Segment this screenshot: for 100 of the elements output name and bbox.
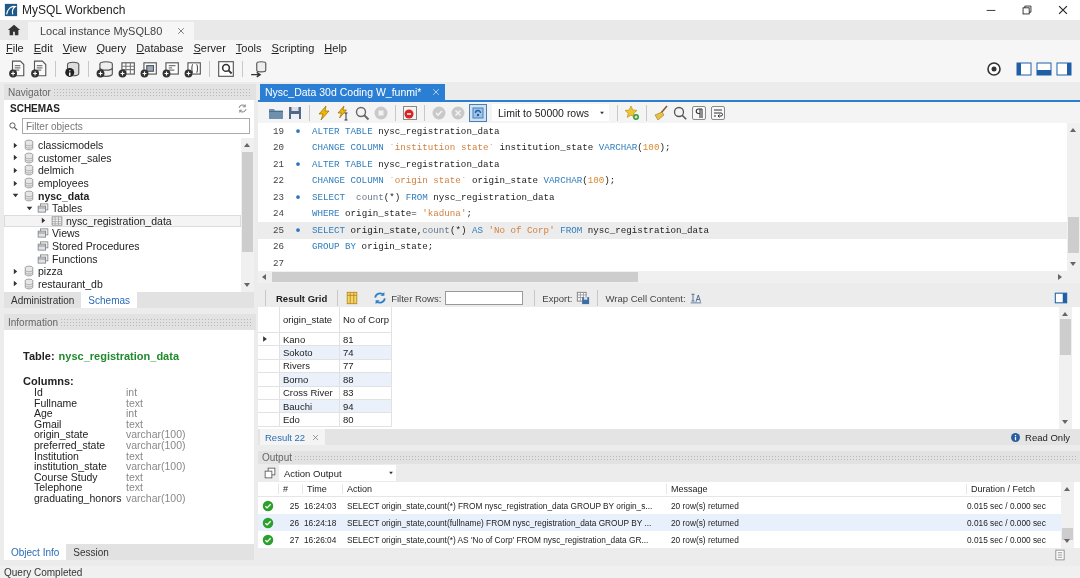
table-cell: 83	[340, 386, 392, 400]
column-header[interactable]: #	[278, 484, 302, 494]
magnifier-icon[interactable]	[354, 104, 370, 121]
table-row[interactable]: 27 16:26:04 SELECT origin_state,count(*) AS 'No of Corp' FROM nysc_registration_data GR... 20 row(s) returned 0.015 sec / 0.000 sec	[258, 531, 1061, 548]
column-name: origin_state	[34, 429, 89, 440]
database-icon[interactable]	[96, 60, 114, 78]
expand-arrow-icon[interactable]	[39, 216, 48, 226]
bottom-panel-icon[interactable]	[1036, 61, 1052, 77]
column-name: Course Study	[34, 471, 98, 483]
filter-label: Filter Rows:	[391, 292, 442, 304]
menu-item[interactable]: File	[2, 42, 30, 54]
connection-tab[interactable]: Local instance MySQL80	[28, 22, 195, 40]
paragraph-icon[interactable]	[691, 104, 708, 121]
menu-item[interactable]: Tools	[231, 42, 268, 54]
folder-group-icon	[37, 202, 49, 215]
filter-field[interactable]: Filter objects	[22, 118, 250, 134]
tree-item[interactable]: Functions	[4, 252, 241, 265]
settings-icon[interactable]	[986, 61, 1002, 77]
limit-dropdown[interactable]: Limit to 50000 rows	[492, 104, 610, 121]
function-icon[interactable]	[184, 60, 202, 78]
panel-tab[interactable]: Object Info	[4, 544, 67, 560]
close-icon[interactable]	[1056, 3, 1070, 17]
tree-item[interactable]: Tables	[4, 201, 241, 215]
wrap-cell-icon[interactable]	[689, 292, 702, 304]
table-icon[interactable]	[118, 60, 136, 78]
column-header[interactable]: Time	[302, 484, 342, 494]
lightning-icon[interactable]	[316, 104, 332, 121]
menu-item[interactable]: Database	[132, 42, 190, 54]
copy-icon[interactable]	[264, 467, 276, 479]
panel-tab[interactable]: Schemas	[81, 292, 138, 308]
refresh-icon[interactable]	[373, 291, 388, 305]
tree-item[interactable]: customer_sales	[4, 151, 241, 165]
schema-icon	[23, 177, 35, 190]
view-icon[interactable]	[140, 60, 158, 78]
restore-icon[interactable]	[1020, 3, 1034, 17]
wrap-icon[interactable]	[710, 104, 727, 121]
code-line: CHANGE COLUMN `institution state` institution_state VARCHAR(100);	[312, 142, 671, 154]
save-icon[interactable]	[287, 104, 303, 121]
expand-arrow-icon[interactable]	[11, 153, 20, 163]
panel-tab[interactable]: Administration	[4, 292, 82, 308]
result-tab[interactable]: Result 22	[260, 429, 326, 445]
sql-file-icon[interactable]	[30, 60, 48, 78]
procedure-icon[interactable]	[162, 60, 180, 78]
export-icon[interactable]	[576, 291, 591, 305]
table-row[interactable]: 26 16:24:18 SELECT origin_state,count(fullname) FROM nysc_registration_data GROUP BY ... 20 row(s) returned 0.016 sec / 0.000 sec	[258, 514, 1061, 531]
filter-rows-field[interactable]	[445, 291, 524, 305]
column-type: text	[126, 418, 144, 430]
editor-tab[interactable]: Nysc_Data 30d Coding W_funmi*	[260, 84, 446, 100]
menu-item[interactable]: Query	[92, 42, 133, 54]
output-type-dropdown[interactable]: Action Output	[279, 465, 396, 481]
inspector-icon[interactable]	[217, 60, 235, 78]
tree-item[interactable]: restaurant_db	[4, 277, 241, 291]
panel-tab[interactable]: Session	[66, 544, 116, 560]
column-type: int	[126, 387, 139, 398]
vertical-scrollbar[interactable]	[241, 138, 254, 292]
tree-item[interactable]: classicmodels	[4, 139, 241, 152]
vertical-scrollbar[interactable]	[1059, 307, 1072, 429]
panel-toggle-icon[interactable]	[1054, 291, 1068, 305]
column-header[interactable]: Action	[342, 484, 666, 494]
right-panel-icon[interactable]	[1056, 61, 1072, 77]
vertical-scrollbar[interactable]	[1067, 123, 1080, 271]
broom-icon[interactable]	[653, 104, 670, 121]
expand-arrow-icon[interactable]	[11, 140, 20, 150]
expand-arrow-icon[interactable]	[11, 266, 20, 276]
check-icon[interactable]	[431, 104, 447, 121]
expand-arrow-icon[interactable]	[11, 279, 20, 289]
column-header[interactable]: No of Corp	[340, 307, 392, 333]
tree-item[interactable]: delmich	[4, 164, 241, 177]
result-grid-tab[interactable]: Result Grid	[273, 292, 331, 304]
sql-file-icon[interactable]	[8, 60, 26, 78]
tree-item[interactable]: employees	[4, 176, 241, 190]
column-header[interactable]: origin_state	[280, 307, 340, 333]
refresh-schema-icon[interactable]	[237, 102, 248, 114]
table-row[interactable]: 25 16:24:03 SELECT origin_state,count(*) FROM nysc_registration_data GROUP BY origin_s... 20 row(s) returned 0.015 sec / 0.000 sec	[258, 497, 1061, 514]
line-number: 19	[271, 125, 284, 137]
row-header[interactable]	[258, 333, 280, 347]
star-icon[interactable]	[624, 104, 641, 121]
menu-item[interactable]: View	[58, 42, 93, 54]
menu-item[interactable]: Scripting	[267, 42, 321, 54]
expand-arrow-icon[interactable]	[11, 178, 20, 188]
tree-item[interactable]: nysc_registration_data	[4, 214, 241, 228]
tree-item[interactable]: Stored Procedures	[4, 239, 241, 253]
lightning-cursor-icon[interactable]	[335, 104, 351, 121]
tree-item[interactable]: Views	[4, 227, 241, 240]
menu-item[interactable]: Edit	[29, 42, 59, 54]
tree-item[interactable]: pizza	[4, 264, 241, 278]
horizontal-scrollbar[interactable]	[258, 271, 1080, 283]
expand-arrow-icon[interactable]	[11, 166, 20, 175]
menu-item[interactable]: Help	[320, 42, 353, 54]
tree-item[interactable]: nysc_data	[4, 189, 241, 202]
house-icon[interactable]	[7, 23, 21, 37]
column-header[interactable]: Message	[666, 484, 966, 494]
reconnect-icon[interactable]	[250, 60, 268, 78]
left-panel-icon[interactable]	[1016, 61, 1032, 77]
vertical-scrollbar[interactable]	[1061, 482, 1074, 548]
search-icon[interactable]	[672, 104, 689, 121]
stop-error-icon[interactable]	[402, 104, 418, 121]
menu-item[interactable]: Server	[189, 42, 232, 54]
info-icon[interactable]	[63, 60, 81, 78]
toggle-icon[interactable]	[470, 104, 486, 121]
